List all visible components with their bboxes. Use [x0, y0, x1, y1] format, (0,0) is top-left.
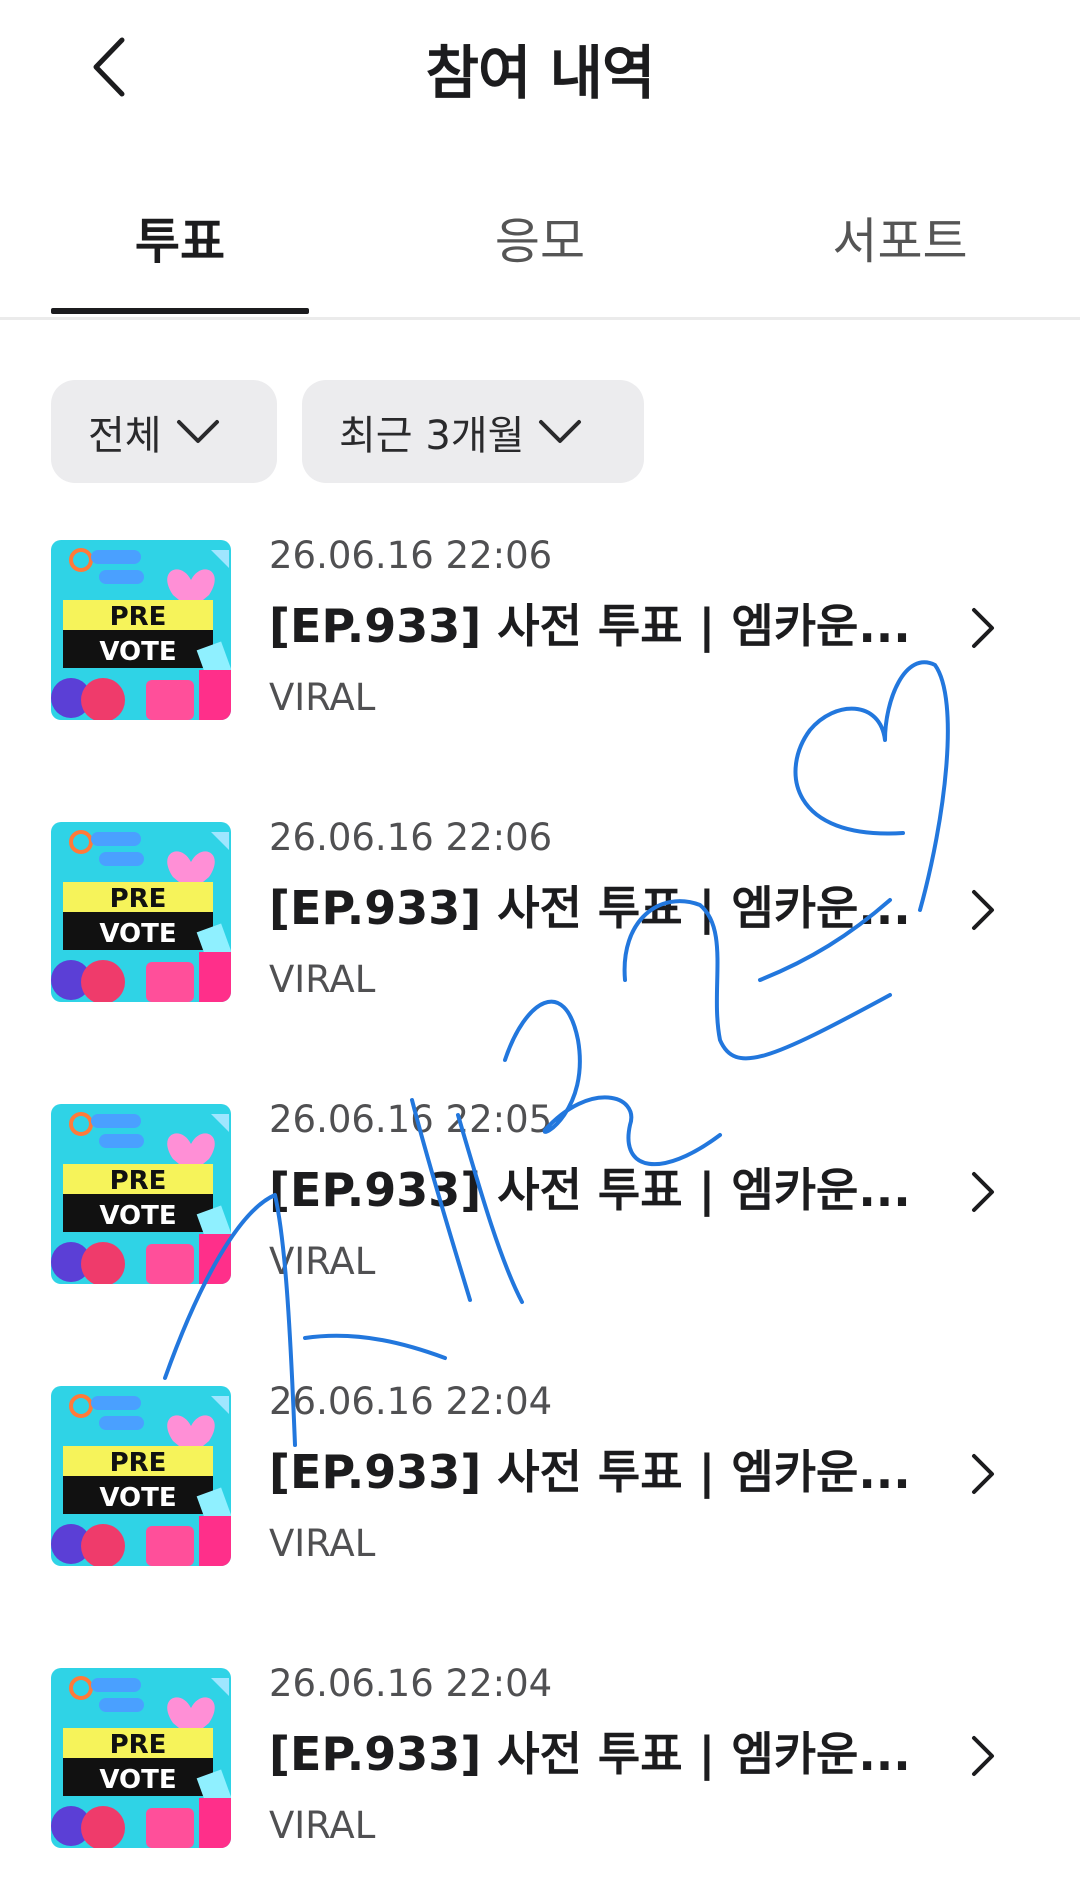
pre-vote-thumbnail: PRE VOTE — [51, 822, 231, 1002]
thumb-text-bottom: VOTE — [99, 1201, 176, 1231]
list-item[interactable]: PRE VOTE 26.06.16 22:06 [EP.933] 사전 투표 |… — [0, 534, 1080, 740]
vote-title: [EP.933] 사전 투표 | 엠카운... — [269, 1727, 911, 1781]
pre-vote-thumbnail: PRE VOTE — [51, 1668, 231, 1848]
thumb-text-bottom: VOTE — [99, 1483, 176, 1513]
tab-vote[interactable]: 투표 — [80, 202, 280, 273]
thumb-text-top: PRE — [110, 602, 167, 632]
chevron-right-icon — [972, 608, 994, 648]
pre-vote-thumbnail: PRE VOTE — [51, 1104, 231, 1284]
category-label: VIRAL — [269, 1522, 376, 1565]
chevron-right-icon — [972, 1172, 994, 1212]
participation-date: 26.06.16 22:06 — [269, 816, 553, 859]
thumb-text-bottom: VOTE — [99, 637, 176, 667]
pre-vote-thumbnail: PRE VOTE — [51, 1386, 231, 1566]
chevron-right-icon — [972, 1454, 994, 1494]
filter-period-dropdown[interactable]: 최근 3개월 — [302, 380, 644, 483]
filter-period-label: 최근 3개월 — [339, 412, 525, 459]
vote-title: [EP.933] 사전 투표 | 엠카운... — [269, 1445, 911, 1499]
header: 참여 내역 — [0, 0, 1080, 140]
vote-title: [EP.933] 사전 투표 | 엠카운... — [269, 1163, 911, 1217]
thumb-text-top: PRE — [110, 1166, 167, 1196]
list-item[interactable]: PRE VOTE 26.06.16 22:06 [EP.933] 사전 투표 |… — [0, 816, 1080, 1022]
category-label: VIRAL — [269, 1240, 376, 1283]
chevron-right-icon — [972, 890, 994, 930]
participation-date: 26.06.16 22:04 — [269, 1662, 553, 1705]
list-item[interactable]: PRE VOTE 26.06.16 22:05 [EP.933] 사전 투표 |… — [0, 1098, 1080, 1304]
list-item[interactable]: PRE VOTE 26.06.16 22:04 [EP.933] 사전 투표 |… — [0, 1380, 1080, 1586]
tab-support[interactable]: 서포트 — [800, 202, 1000, 273]
vote-title: [EP.933] 사전 투표 | 엠카운... — [269, 881, 911, 935]
participation-date: 26.06.16 22:04 — [269, 1380, 553, 1423]
filter-type-label: 전체 — [88, 412, 162, 459]
thumb-text-bottom: VOTE — [99, 1765, 176, 1795]
active-tab-indicator — [51, 308, 309, 314]
pre-vote-thumbnail: PRE VOTE — [51, 540, 231, 720]
category-label: VIRAL — [269, 958, 376, 1001]
tab-entry[interactable]: 응모 — [440, 202, 640, 273]
vote-title: [EP.933] 사전 투표 | 엠카운... — [269, 599, 911, 653]
category-label: VIRAL — [269, 1804, 376, 1847]
thumb-text-top: PRE — [110, 884, 167, 914]
chevron-down-icon — [176, 419, 219, 443]
category-label: VIRAL — [269, 676, 376, 719]
chevron-right-icon — [972, 1736, 994, 1776]
tab-bar: 투표 응모 서포트 — [0, 180, 1080, 320]
page-title: 참여 내역 — [425, 39, 656, 107]
list-item[interactable]: PRE VOTE 26.06.16 22:04 [EP.933] 사전 투표 |… — [0, 1662, 1080, 1868]
thumb-text-bottom: VOTE — [99, 919, 176, 949]
participation-date: 26.06.16 22:06 — [269, 534, 553, 577]
participation-date: 26.06.16 22:05 — [269, 1098, 553, 1141]
chevron-down-icon — [539, 419, 582, 443]
filter-type-dropdown[interactable]: 전체 — [51, 380, 277, 483]
thumb-text-top: PRE — [110, 1448, 167, 1478]
thumb-text-top: PRE — [110, 1730, 167, 1760]
